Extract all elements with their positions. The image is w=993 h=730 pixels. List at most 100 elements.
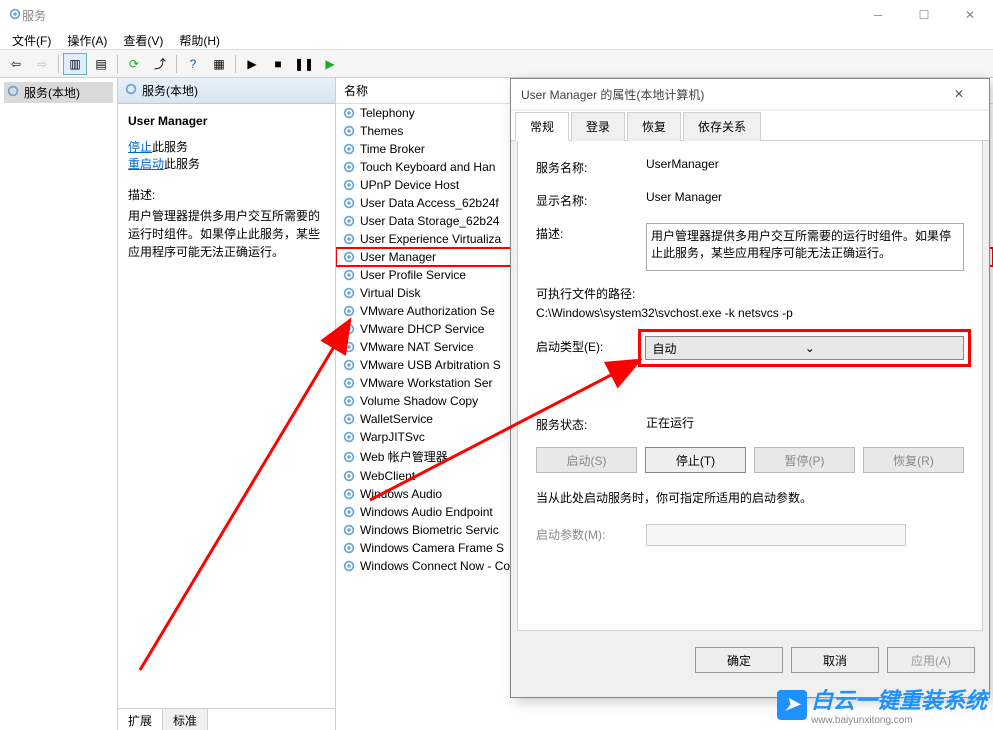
service-icon [342,430,356,444]
menubar: 文件(F) 操作(A) 查看(V) 帮助(H) [0,30,993,50]
refresh-button[interactable]: ⟳ [122,53,146,75]
dialog-title: User Manager 的属性(本地计算机) [521,86,939,103]
service-icon [342,178,356,192]
stop-suffix: 此服务 [152,140,188,154]
watermark: ➤ 白云一键重装系统 www.baiyunxitong.com [777,683,987,726]
tab-standard[interactable]: 标准 [163,709,208,730]
close-button[interactable]: ✕ [947,0,993,30]
desc-text: 用户管理器提供多用户交互所需要的运行时组件。如果停止此服务，某些应用程序可能无法… [128,207,325,261]
desc-label: 描述: [128,186,325,203]
tab-recovery[interactable]: 恢复 [627,112,681,141]
value-exepath: C:\Windows\system32\svchost.exe -k netsv… [536,306,964,320]
separator [235,55,236,73]
service-name: VMware NAT Service [360,340,474,354]
service-name: Windows Camera Frame S [360,541,504,555]
service-name: Telephony [360,106,415,120]
service-name: VMware Authorization Se [360,304,495,318]
menu-file[interactable]: 文件(F) [4,30,59,49]
service-icon [342,124,356,138]
options-button[interactable]: ▦ [207,53,231,75]
service-name: VMware USB Arbitration S [360,358,501,372]
service-icon [342,322,356,336]
apply-button: 应用(A) [887,647,975,673]
cancel-button[interactable]: 取消 [791,647,879,673]
dialog-close-button[interactable]: ✕ [939,79,979,109]
service-icon [342,232,356,246]
stop-button[interactable]: 停止(T) [645,447,746,473]
restart-service-button[interactable]: ▶ [318,53,342,75]
service-name: User Manager [360,250,436,264]
tab-extended[interactable]: 扩展 [118,709,163,730]
service-name: Touch Keyboard and Han [360,160,495,174]
service-name: Virtual Disk [360,286,420,300]
start-service-button[interactable]: ▶ [240,53,264,75]
toolbar: ⇦ ⇨ ▥ ▤ ⟳ ⤴ ? ▦ ▶ ■ ❚❚ ▶ [0,50,993,78]
service-name: Web 帐户管理器 [360,448,448,465]
service-icon [342,412,356,426]
value-svcname: UserManager [646,157,964,171]
tree-root[interactable]: 服务(本地) [4,82,113,103]
pause-service-button[interactable]: ❚❚ [292,53,316,75]
back-button[interactable]: ⇦ [4,53,28,75]
service-name: User Experience Virtualiza [360,232,501,246]
watermark-url: www.baiyunxitong.com [811,715,987,726]
service-icon [342,394,356,408]
label-param: 启动参数(M): [536,524,646,543]
service-name: User Data Access_62b24f [360,196,499,210]
detail-header: 服务(本地) [118,78,335,104]
minimize-button[interactable]: ─ [855,0,901,30]
label-dispname: 显示名称: [536,190,646,209]
properties-dialog: User Manager 的属性(本地计算机) ✕ 常规 登录 恢复 依存关系 … [510,78,990,698]
service-name: VMware Workstation Ser [360,376,493,390]
ok-button[interactable]: 确定 [695,647,783,673]
tab-general[interactable]: 常规 [515,112,569,141]
service-icon [342,268,356,282]
tab-dependencies[interactable]: 依存关系 [683,112,761,141]
export-button[interactable]: ⤴ [148,53,172,75]
resume-button: 恢复(R) [863,447,964,473]
service-icon [342,304,356,318]
service-icon [342,286,356,300]
stop-service-button[interactable]: ■ [266,53,290,75]
service-name: Windows Audio [360,487,442,501]
status-buttons: 启动(S) 停止(T) 暂停(P) 恢复(R) [536,447,964,473]
service-icon [342,487,356,501]
window-controls: ─ ☐ ✕ [855,0,993,30]
startup-type-combo[interactable]: 自动⌄ [645,336,964,360]
menu-view[interactable]: 查看(V) [115,30,171,49]
dialog-titlebar[interactable]: User Manager 的属性(本地计算机) ✕ [511,79,989,109]
label-status: 服务状态: [536,414,646,433]
maximize-button[interactable]: ☐ [901,0,947,30]
titlebar: 服务 ─ ☐ ✕ [0,0,993,30]
service-name: Windows Audio Endpoint [360,505,493,519]
view-panel-button[interactable]: ▥ [63,53,87,75]
service-icon [342,505,356,519]
watermark-brand: 白云一键重装系统 [811,688,987,713]
service-name: WalletService [360,412,433,426]
detail-content: User Manager 停止此服务 重启动此服务 描述: 用户管理器提供多用户… [118,104,335,708]
service-icon [342,376,356,390]
forward-button[interactable]: ⇨ [30,53,54,75]
col-name[interactable]: 名称 [336,78,536,103]
stop-link[interactable]: 停止 [128,140,152,154]
window-title: 服务 [22,7,855,24]
value-desc[interactable]: 用户管理器提供多用户交互所需要的运行时组件。如果停止此服务，某些应用程序可能无法… [646,223,964,271]
service-name: User Profile Service [360,268,466,282]
menu-action[interactable]: 操作(A) [59,30,115,49]
service-name: Themes [360,124,403,138]
service-icon [342,142,356,156]
service-icon [342,214,356,228]
label-desc: 描述: [536,223,646,242]
properties-button[interactable]: ▤ [89,53,113,75]
param-hint: 当从此处启动服务时，你可指定所适用的启动参数。 [536,489,964,506]
restart-link[interactable]: 重启动 [128,157,164,171]
service-name: UPnP Device Host [360,178,459,192]
value-dispname: User Manager [646,190,964,204]
tab-logon[interactable]: 登录 [571,112,625,141]
label-svcname: 服务名称: [536,157,646,176]
app-icon [8,7,22,24]
help-button[interactable]: ? [181,53,205,75]
menu-help[interactable]: 帮助(H) [171,30,228,49]
param-input [646,524,906,546]
restart-suffix: 此服务 [164,157,200,171]
